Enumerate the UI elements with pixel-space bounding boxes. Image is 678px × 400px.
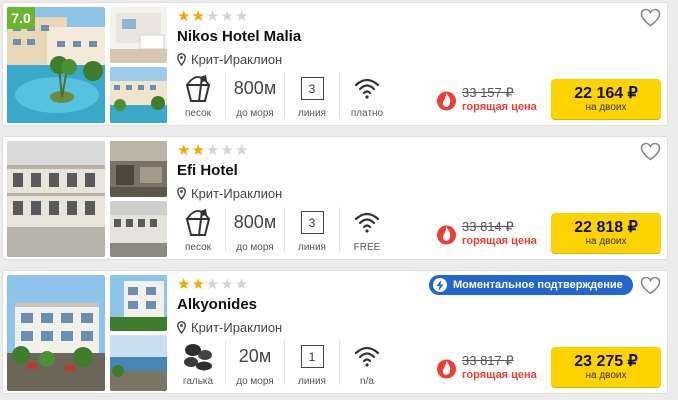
star-rating: ★ ★ ★ ★ ★	[177, 9, 248, 24]
star-empty-icon: ★	[220, 8, 234, 25]
hot-price-label: горящая цена	[462, 235, 537, 247]
beach-type-feature: песок	[173, 207, 223, 253]
hotel-features: песок 800м до моря 3 линия FREE	[173, 207, 392, 253]
bucket-icon	[185, 75, 211, 102]
star-empty-icon: ★	[234, 276, 249, 293]
map-pin-icon	[177, 321, 186, 334]
hotel-location: Крит-Ираклион	[177, 320, 282, 335]
hotel-photo-thumb[interactable]	[110, 141, 167, 197]
price-note: на двоих	[585, 102, 627, 113]
hotel-name-link[interactable]: Nikos Hotel Malia	[177, 28, 301, 45]
map-pin-icon	[177, 187, 186, 200]
fire-icon	[437, 359, 456, 379]
price-value: 23 275 ₽	[574, 353, 638, 370]
beach-line-feature: 3 линия	[287, 207, 337, 253]
old-price: 33 817 ₽	[462, 353, 514, 368]
wifi-feature: n/a	[342, 341, 392, 387]
bucket-icon	[185, 209, 211, 236]
star-empty-icon: ★	[205, 276, 220, 293]
wifi-icon	[354, 346, 380, 367]
beach-line-feature: 1 линия	[287, 341, 337, 387]
old-price: 33 814 ₽	[462, 219, 514, 234]
distance-feature: 20м до моря	[236, 346, 274, 387]
beach-type-feature: галька	[173, 341, 223, 387]
star-empty-icon: ★	[234, 8, 249, 25]
location-text: Крит-Ираклион	[191, 186, 283, 201]
hotel-location: Крит-Ираклион	[177, 52, 282, 67]
star-rating: ★ ★ ★ ★ ★	[177, 143, 248, 158]
hotel-card[interactable]: ★ ★ ★ ★ ★ Alkyonides Крит-Ираклион Момен…	[2, 270, 668, 394]
star-rating: ★ ★ ★ ★ ★	[177, 277, 248, 292]
hot-price-label: горящая цена	[462, 369, 537, 381]
rating-badge: 7.0	[7, 7, 35, 29]
instant-confirmation-badge: Моментальное подтверждение	[429, 275, 633, 295]
star-empty-icon: ★	[234, 142, 249, 159]
heart-icon[interactable]	[640, 142, 661, 161]
price-button[interactable]: 22 818 ₽ на двоих	[551, 213, 661, 253]
beach-type-feature: песок	[173, 73, 223, 119]
fire-icon	[437, 225, 456, 245]
star-empty-icon: ★	[220, 142, 234, 159]
star-empty-icon: ★	[220, 276, 234, 293]
hotel-location: Крит-Ираклион	[177, 186, 282, 201]
hotel-photo-main[interactable]	[7, 275, 105, 391]
lightning-icon	[433, 278, 447, 292]
distance-feature: 800м до моря	[233, 78, 277, 119]
price-button[interactable]: 22 164 ₽ на двоих	[551, 79, 661, 119]
heart-icon[interactable]	[640, 8, 661, 27]
hotel-photo-thumb[interactable]	[110, 201, 167, 257]
pebbles-icon	[184, 344, 212, 371]
hotel-photo-thumb[interactable]	[110, 7, 167, 63]
wifi-feature: FREE	[342, 207, 392, 253]
hotel-photo-thumb[interactable]	[110, 275, 167, 331]
wifi-icon	[354, 78, 380, 99]
price-button[interactable]: 23 275 ₽ на двоих	[551, 347, 661, 387]
star-filled-icon: ★	[191, 276, 205, 293]
wifi-icon	[354, 212, 380, 233]
location-text: Крит-Ираклион	[191, 52, 283, 67]
hotel-card[interactable]: 7.0 ★ ★ ★ ★ ★ Nikos Hotel Malia Крит-Ира…	[2, 2, 668, 126]
wifi-feature: платно	[342, 73, 392, 119]
heart-icon[interactable]	[640, 276, 661, 295]
price-note: на двоих	[585, 370, 627, 381]
location-text: Крит-Ираклион	[191, 320, 283, 335]
beach-line-feature: 3 линия	[287, 73, 337, 119]
old-price: 33 157 ₽	[462, 85, 514, 100]
hotel-features: галька 20м до моря 1 линия n/a	[173, 341, 392, 387]
star-filled-icon: ★	[191, 142, 205, 159]
distance-feature: 800м до моря	[233, 212, 277, 253]
star-filled-icon: ★	[191, 8, 205, 25]
hotel-name-link[interactable]: Alkyonides	[177, 296, 257, 313]
hot-price-label: горящая цена	[462, 101, 537, 113]
star-empty-icon: ★	[205, 8, 220, 25]
star-filled-icon: ★	[177, 8, 191, 25]
hotel-photo-thumb[interactable]	[110, 335, 167, 391]
hotel-name-link[interactable]: Efi Hotel	[177, 162, 238, 179]
hotel-features: песок 800м до моря 3 линия платно	[173, 73, 392, 119]
star-empty-icon: ★	[205, 142, 220, 159]
map-pin-icon	[177, 53, 186, 66]
fire-icon	[437, 91, 456, 111]
star-filled-icon: ★	[177, 142, 191, 159]
hotel-photo-thumb[interactable]	[110, 67, 167, 123]
hotel-card[interactable]: ★ ★ ★ ★ ★ Efi Hotel Крит-Ираклион песок …	[2, 136, 668, 260]
price-value: 22 164 ₽	[574, 85, 638, 102]
hotel-photo-main[interactable]	[7, 141, 105, 257]
price-value: 22 818 ₽	[574, 219, 638, 236]
star-filled-icon: ★	[177, 276, 191, 293]
price-note: на двоих	[585, 236, 627, 247]
